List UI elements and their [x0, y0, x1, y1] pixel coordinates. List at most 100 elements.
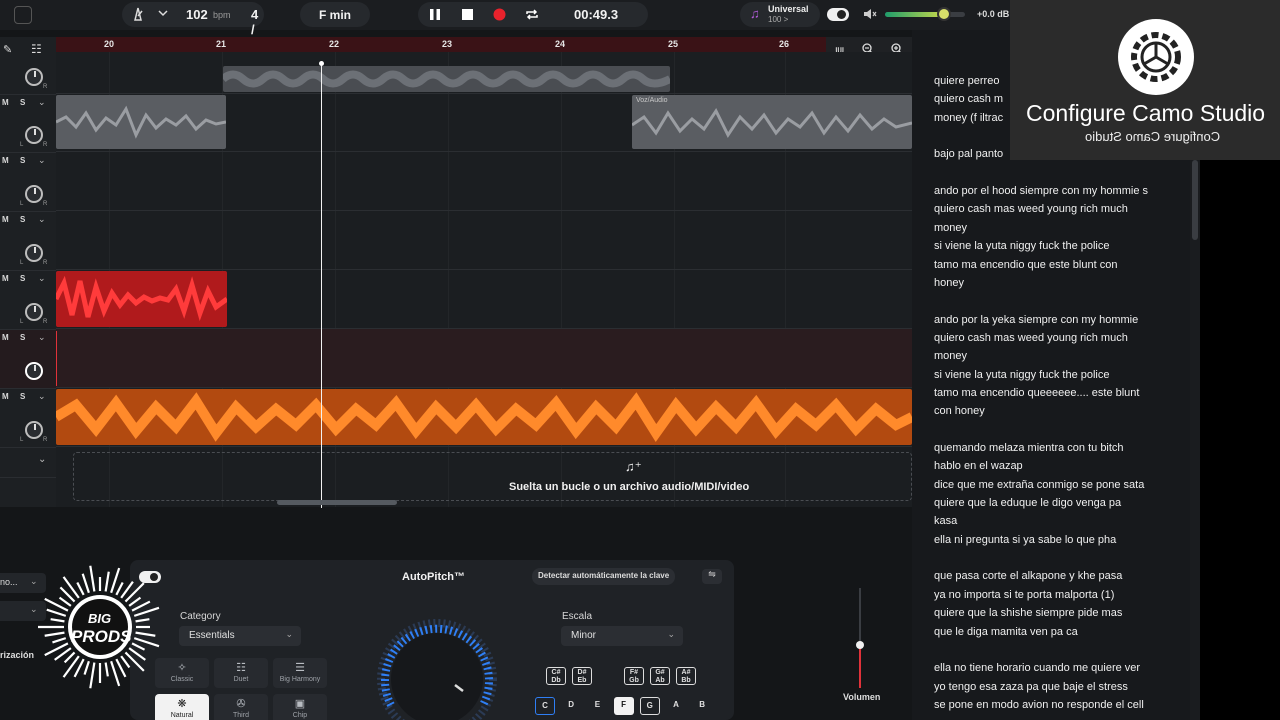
detect-key-button[interactable]: Detectar automáticamente la clave	[532, 568, 676, 585]
metronome-icon[interactable]	[130, 6, 146, 22]
timeline-ruler[interactable]: 20 21 22 23 24 25 26	[56, 37, 912, 52]
audio-clip-gray[interactable]	[56, 95, 226, 149]
chevron-down-icon[interactable]: ⌄	[38, 97, 46, 108]
sharp-key-button[interactable]: D# Eb	[572, 667, 592, 685]
speaker-icon[interactable]	[863, 7, 877, 21]
preset-big-harmony[interactable]: ☰ Big Harmony	[273, 658, 327, 688]
logo-ray	[133, 606, 160, 617]
audio-clip-red[interactable]	[56, 271, 227, 327]
mixer-icon[interactable]: ☷	[31, 42, 42, 56]
chevron-down-icon[interactable]: ⌄	[38, 273, 46, 284]
audio-clip-orange[interactable]	[56, 389, 912, 445]
key-button-c[interactable]: C	[535, 697, 555, 715]
logo-ray	[89, 565, 96, 592]
sharp-key-button[interactable]: G# Ab	[650, 667, 670, 685]
chevron-down-icon[interactable]: ⌄	[38, 391, 46, 402]
stop-icon[interactable]	[462, 9, 473, 20]
sharp-key-button[interactable]: F# Gb	[624, 667, 644, 685]
monitor-toggle[interactable]	[827, 8, 849, 21]
pan-knob[interactable]	[25, 68, 43, 86]
logo-ray	[135, 631, 156, 637]
settings-sliders-icon[interactable]: ⇋	[702, 569, 722, 584]
mute-button[interactable]: M	[2, 215, 9, 224]
chevron-down-icon[interactable]: ⌄	[38, 332, 46, 343]
chip-icon: ▣	[294, 698, 306, 710]
logo-line2: PRODS	[71, 627, 132, 646]
fader-knob[interactable]	[856, 641, 864, 649]
key-button-d[interactable]: D	[561, 697, 581, 715]
audio-clip-gray-top[interactable]	[223, 66, 670, 92]
mute-button[interactable]: M	[2, 392, 9, 401]
solo-button[interactable]: S	[20, 274, 25, 283]
preset-label: Natural	[170, 712, 194, 719]
key-selector[interactable]: F min	[300, 2, 370, 27]
preset-natural[interactable]: ❋ Natural	[155, 694, 209, 720]
track-lane[interactable]	[56, 152, 912, 211]
drop-zone-text: Suelta un bucle o un archivo audio/MIDI/…	[509, 481, 750, 493]
chevron-down-icon[interactable]: ⌄	[38, 214, 46, 225]
chevron-down-icon[interactable]	[158, 8, 168, 18]
app-menu-icon[interactable]	[14, 6, 32, 24]
pan-knob[interactable]	[25, 185, 43, 203]
key-button-g[interactable]: G	[639, 697, 660, 715]
mute-button[interactable]: M	[2, 98, 9, 107]
pan-right-label: R	[43, 260, 48, 266]
logo-ray	[135, 618, 150, 623]
preset-chip[interactable]: ▣ Chip	[273, 694, 327, 720]
master-volume-knob[interactable]	[937, 7, 952, 21]
pan-knob[interactable]	[25, 421, 43, 439]
loop-icon[interactable]	[525, 8, 539, 21]
pencil-icon[interactable]: ✎	[3, 43, 12, 56]
master-volume-slider[interactable]	[885, 7, 965, 21]
solo-button[interactable]: S	[20, 215, 25, 224]
scale-select[interactable]: Minor ⌄	[561, 626, 683, 646]
output-volume-fader[interactable]	[842, 588, 878, 688]
preset-pill[interactable]: ♫ Universal 100 >	[740, 2, 820, 27]
preset-label: Classic	[170, 676, 194, 683]
arrangement-grid[interactable]: Voz/Audio	[56, 52, 912, 507]
solo-button[interactable]: S	[20, 98, 25, 107]
audio-clip-vocal[interactable]: Voz/Audio	[632, 95, 912, 149]
logo-ray	[115, 581, 124, 596]
solo-button[interactable]: S	[20, 392, 25, 401]
drop-zone[interactable]: ♫⁺ Suelta un bucle o un archivo audio/MI…	[73, 452, 912, 501]
key-button-a[interactable]: A	[666, 697, 686, 715]
preset-third[interactable]: ✇ Third	[214, 694, 268, 720]
mute-button[interactable]: M	[2, 156, 9, 165]
track-lane-selected[interactable]	[56, 329, 912, 388]
clip-label: Voz/Audio	[636, 97, 668, 104]
playhead-handle[interactable]	[319, 61, 324, 66]
sharp-key-button[interactable]: A# Bb	[676, 667, 696, 685]
solo-button[interactable]: S	[20, 333, 25, 342]
chevron-down-icon[interactable]: ⌄	[38, 454, 46, 465]
preset-duet[interactable]: ☷ Duet	[214, 658, 268, 688]
lyrics-scrollbar[interactable]	[1190, 160, 1200, 720]
sharp-key-button[interactable]: C# Db	[546, 667, 566, 685]
bpm-value[interactable]: 102	[186, 7, 208, 22]
lyric-line: si viene la yuta niggy fuck the police	[934, 240, 1110, 253]
playhead[interactable]	[321, 62, 322, 508]
pan-knob[interactable]	[25, 303, 43, 321]
track-header-add: ⌄	[0, 448, 56, 478]
key-button-b[interactable]: B	[692, 697, 712, 715]
pan-knob[interactable]	[25, 126, 43, 144]
pause-icon[interactable]	[429, 8, 441, 21]
record-icon[interactable]	[493, 8, 506, 21]
lyrics-scroll-thumb[interactable]	[1192, 160, 1198, 240]
autopitch-amount-knob[interactable]	[375, 617, 499, 720]
camo-title: Configure Camo Studio	[1026, 100, 1266, 126]
preset-classic[interactable]: ✧ Classic	[155, 658, 209, 688]
key-button-f[interactable]: F	[613, 697, 634, 715]
pan-knob[interactable]	[25, 362, 43, 380]
track-lane[interactable]	[56, 211, 912, 270]
chevron-down-icon[interactable]: ⌄	[38, 155, 46, 166]
mute-button[interactable]: M	[2, 274, 9, 283]
pan-right-label: R	[43, 201, 48, 207]
category-select[interactable]: Essentials ⌄	[179, 626, 301, 646]
key-button-e[interactable]: E	[587, 697, 607, 715]
mute-button[interactable]: M	[2, 333, 9, 342]
horizontal-scrollbar[interactable]	[277, 500, 397, 505]
pan-knob[interactable]	[25, 244, 43, 262]
solo-button[interactable]: S	[20, 156, 25, 165]
third-icon: ✇	[236, 698, 246, 710]
